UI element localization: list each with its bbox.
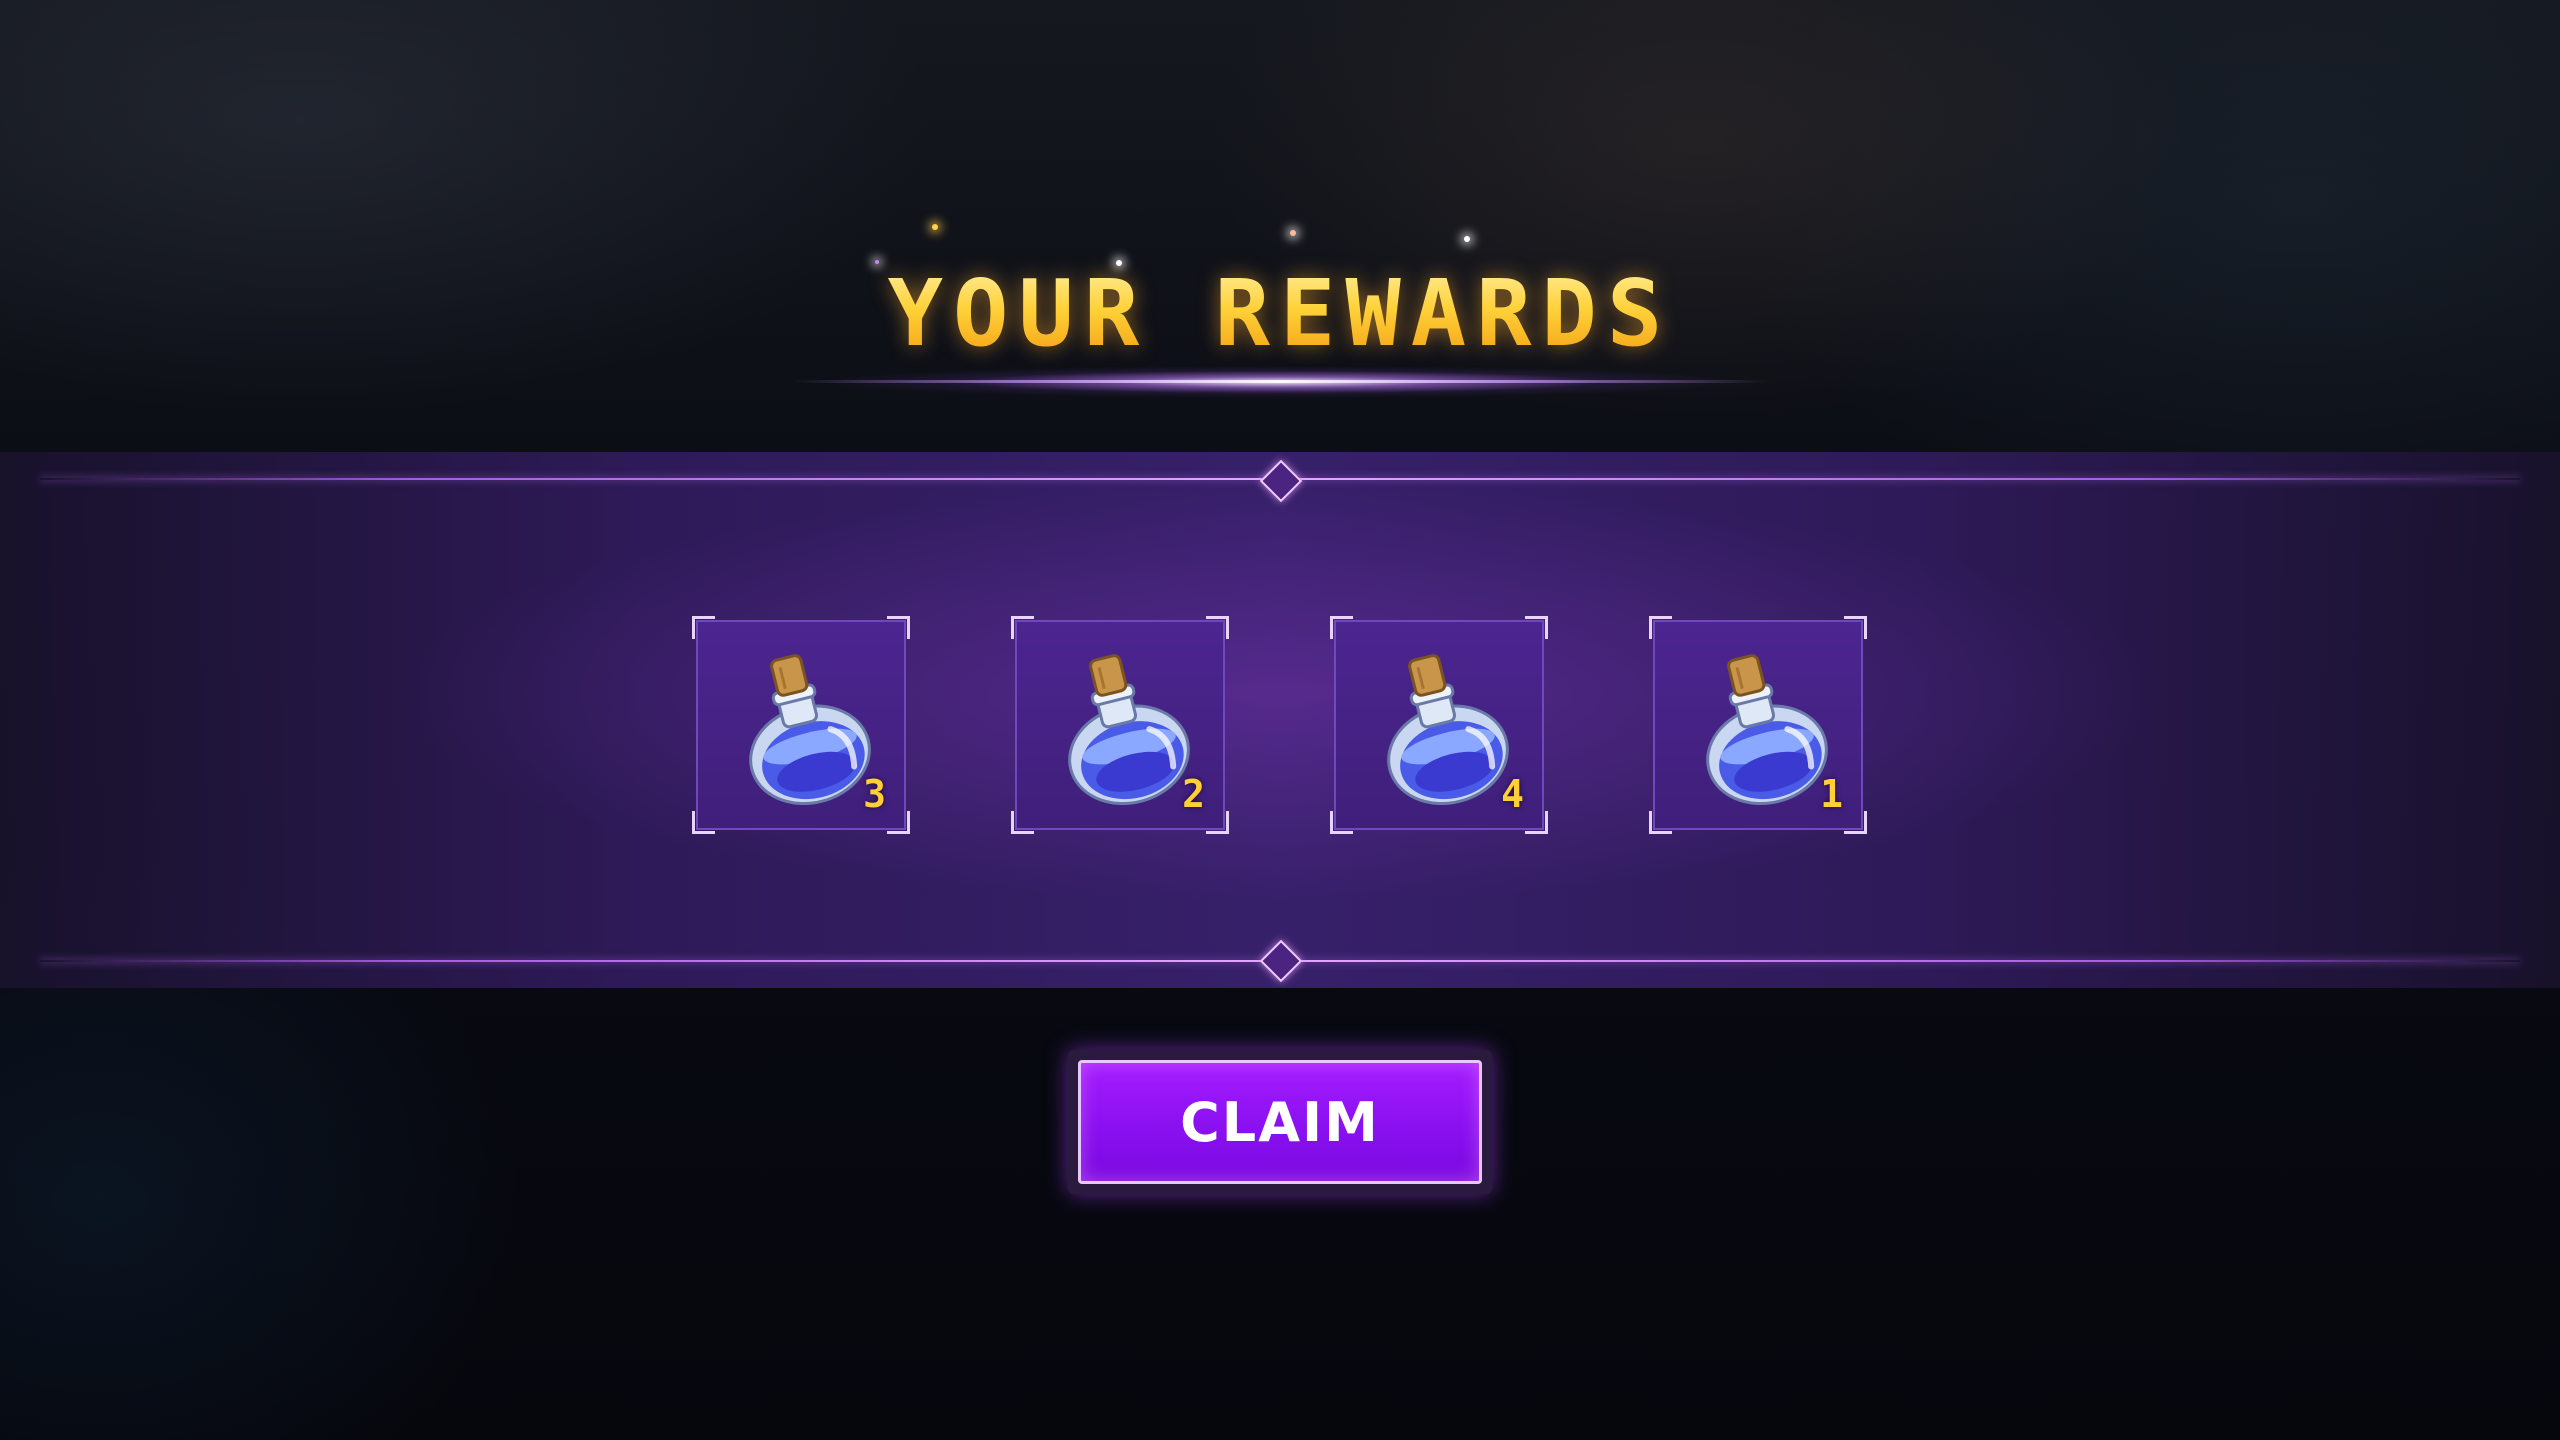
reward-quantity: 4	[1501, 772, 1524, 816]
reward-slot[interactable]: 1	[1649, 616, 1867, 834]
reward-quantity: 1	[1820, 772, 1843, 816]
sparkle-decoration	[1464, 236, 1470, 242]
mana-potion-icon	[1068, 654, 1190, 806]
slot-corner	[1844, 811, 1867, 834]
mana-potion-icon	[1387, 654, 1509, 806]
reward-slot[interactable]: 4	[1330, 616, 1548, 834]
slot-corner	[1844, 616, 1867, 639]
slot-corner	[887, 811, 910, 834]
slot-corner	[1649, 616, 1672, 639]
slot-corner	[692, 616, 715, 639]
mana-potion-icon	[1706, 654, 1828, 806]
slot-corner	[1330, 616, 1353, 639]
rewards-screen: YOUR REWARDS 3 2 4 1 CLAIM	[0, 0, 2560, 1440]
slot-corner	[1649, 811, 1672, 834]
slot-corner	[1011, 811, 1034, 834]
sparkle-decoration	[932, 224, 938, 230]
title-section: YOUR REWARDS	[780, 200, 1780, 440]
page-title: YOUR REWARDS	[780, 260, 1780, 367]
claim-button-frame: CLAIM	[1068, 1050, 1492, 1194]
reward-slot[interactable]: 3	[692, 616, 910, 834]
slot-corner	[1330, 811, 1353, 834]
reward-quantity: 2	[1182, 772, 1205, 816]
reward-slot[interactable]: 2	[1011, 616, 1229, 834]
sparkle-decoration	[1290, 230, 1296, 236]
reward-quantity: 3	[863, 772, 886, 816]
mana-potion-icon	[749, 654, 871, 806]
claim-button[interactable]: CLAIM	[1078, 1060, 1482, 1184]
title-underline	[790, 380, 1770, 383]
slot-corner	[1525, 811, 1548, 834]
reward-list: 3 2 4 1	[0, 616, 2560, 840]
slot-corner	[887, 616, 910, 639]
slot-corner	[692, 811, 715, 834]
slot-corner	[1011, 616, 1034, 639]
slot-corner	[1525, 616, 1548, 639]
slot-corner	[1206, 811, 1229, 834]
slot-corner	[1206, 616, 1229, 639]
